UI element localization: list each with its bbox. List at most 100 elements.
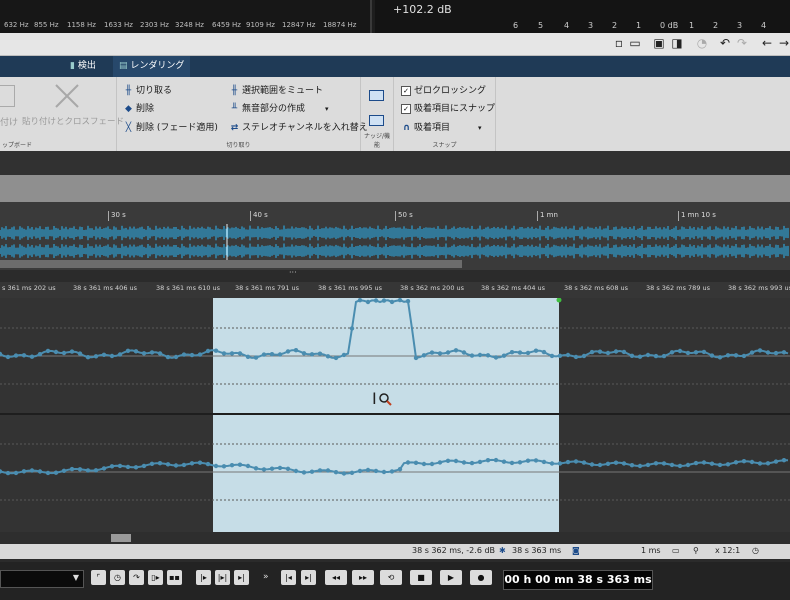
sample-point[interactable] xyxy=(549,353,555,359)
duration-value[interactable]: 1 ms xyxy=(641,546,661,555)
sample-point[interactable] xyxy=(173,354,179,360)
sample-point[interactable] xyxy=(5,354,11,360)
loop-curve-button[interactable]: ↷ xyxy=(129,570,144,585)
sample-point[interactable] xyxy=(173,463,179,468)
sample-point[interactable] xyxy=(421,353,427,358)
sample-point[interactable] xyxy=(149,461,155,466)
sample-point[interactable] xyxy=(77,467,83,472)
sample-point[interactable] xyxy=(573,354,579,360)
sample-point[interactable] xyxy=(565,352,571,358)
sample-point[interactable] xyxy=(661,461,667,466)
sample-point[interactable] xyxy=(333,355,339,361)
sample-point[interactable] xyxy=(429,350,435,355)
sample-point[interactable] xyxy=(461,350,467,355)
sample-point[interactable] xyxy=(5,470,11,476)
sample-point[interactable] xyxy=(221,464,227,469)
sample-point[interactable] xyxy=(309,469,315,474)
sample-point[interactable] xyxy=(285,466,291,471)
position-value[interactable]: 38 s 363 ms xyxy=(512,546,561,555)
sample-point[interactable] xyxy=(445,458,451,463)
sample-point[interactable] xyxy=(725,353,731,358)
sample-point[interactable] xyxy=(533,458,539,463)
rewind-button[interactable]: ◂◂ xyxy=(325,570,347,585)
sample-point[interactable] xyxy=(405,460,411,465)
sample-point[interactable] xyxy=(461,460,467,465)
snap-items-dropdown[interactable]: ∩ 吸着項目 ▾ xyxy=(401,120,482,133)
sample-point[interactable] xyxy=(253,355,259,360)
sample-point[interactable] xyxy=(213,348,219,353)
redo-icon[interactable]: ↷ xyxy=(735,36,749,50)
sample-point[interactable] xyxy=(93,468,99,473)
timer-button[interactable]: ◷ xyxy=(110,570,125,585)
sample-point[interactable] xyxy=(189,352,195,358)
sample-point[interactable] xyxy=(773,459,779,464)
save-icon[interactable]: ▣ xyxy=(652,36,666,50)
sample-point[interactable] xyxy=(733,353,739,358)
sample-point[interactable] xyxy=(637,354,643,359)
sample-point[interactable] xyxy=(669,462,675,468)
paste-crossfade-button[interactable]: 貼り付けとクロスフェード xyxy=(22,115,124,127)
play-region-button[interactable]: |▸| xyxy=(215,570,230,585)
sample-point[interactable] xyxy=(517,460,523,465)
sample-point[interactable] xyxy=(221,351,227,356)
sample-point[interactable] xyxy=(301,470,307,475)
stop-button[interactable]: ■ xyxy=(410,570,432,585)
sample-point[interactable] xyxy=(45,348,51,354)
fast-forward-button[interactable]: ▸▸ xyxy=(352,570,374,585)
selection-end-marker[interactable] xyxy=(556,298,562,303)
waveform-view[interactable]: I xyxy=(0,298,790,532)
sample-point[interactable] xyxy=(29,468,35,473)
sample-point[interactable] xyxy=(269,466,275,471)
cut-button[interactable]: ╫ 切り取る xyxy=(123,83,172,96)
horizontal-scrollbar[interactable] xyxy=(0,532,790,544)
sample-point[interactable] xyxy=(397,298,403,303)
sample-point[interactable] xyxy=(509,460,515,466)
sample-point[interactable] xyxy=(413,460,419,465)
sample-point[interactable] xyxy=(429,461,435,467)
sample-point[interactable] xyxy=(589,462,595,467)
sample-point[interactable] xyxy=(269,352,275,357)
snap-to-items-checkbox[interactable]: ✓ 吸着項目にスナップ xyxy=(401,101,495,114)
sample-point[interactable] xyxy=(645,462,651,468)
sample-point[interactable] xyxy=(541,459,547,465)
sample-point[interactable] xyxy=(93,354,99,359)
sample-point[interactable] xyxy=(589,349,595,355)
sample-point[interactable] xyxy=(389,299,395,305)
sample-point[interactable] xyxy=(717,355,723,360)
sample-point[interactable] xyxy=(293,468,299,474)
nudge-left-icon[interactable] xyxy=(369,90,384,101)
sample-point[interactable] xyxy=(69,349,75,354)
sample-point[interactable] xyxy=(21,469,27,474)
zoom-value[interactable]: x 12:1 xyxy=(715,546,740,555)
sample-point[interactable] xyxy=(261,352,267,357)
time-display[interactable]: 00 h 00 mn 38 s 363 ms xyxy=(503,570,653,590)
sample-point[interactable] xyxy=(581,353,587,359)
forward-arrow-icon[interactable]: → xyxy=(777,36,790,50)
sample-point[interactable] xyxy=(197,352,203,357)
sample-point[interactable] xyxy=(725,462,731,467)
sample-point[interactable] xyxy=(277,465,283,471)
sample-point[interactable] xyxy=(781,350,787,355)
sample-point[interactable] xyxy=(757,461,763,466)
sample-point[interactable] xyxy=(205,348,211,354)
sample-point[interactable] xyxy=(629,463,635,468)
sample-point[interactable] xyxy=(445,350,451,355)
sample-point[interactable] xyxy=(677,348,683,354)
punch-button[interactable]: ⌜ xyxy=(91,570,106,585)
sample-point[interactable] xyxy=(733,460,739,465)
sample-point[interactable] xyxy=(653,461,659,466)
sample-point[interactable] xyxy=(333,470,339,475)
sample-point[interactable] xyxy=(37,352,43,357)
sample-point[interactable] xyxy=(477,352,483,358)
sample-point[interactable] xyxy=(149,350,155,355)
sample-point[interactable] xyxy=(245,463,251,469)
sample-point[interactable] xyxy=(493,457,499,463)
sample-point[interactable] xyxy=(525,350,531,356)
undo-icon[interactable]: ↶ xyxy=(718,36,732,50)
sample-point[interactable] xyxy=(61,468,67,473)
open-folder-icon[interactable]: ▭ xyxy=(628,36,642,50)
nudge-right-icon[interactable] xyxy=(369,115,384,126)
sample-point[interactable] xyxy=(285,349,291,354)
sample-point[interactable] xyxy=(237,351,243,356)
sample-point[interactable] xyxy=(133,465,139,470)
